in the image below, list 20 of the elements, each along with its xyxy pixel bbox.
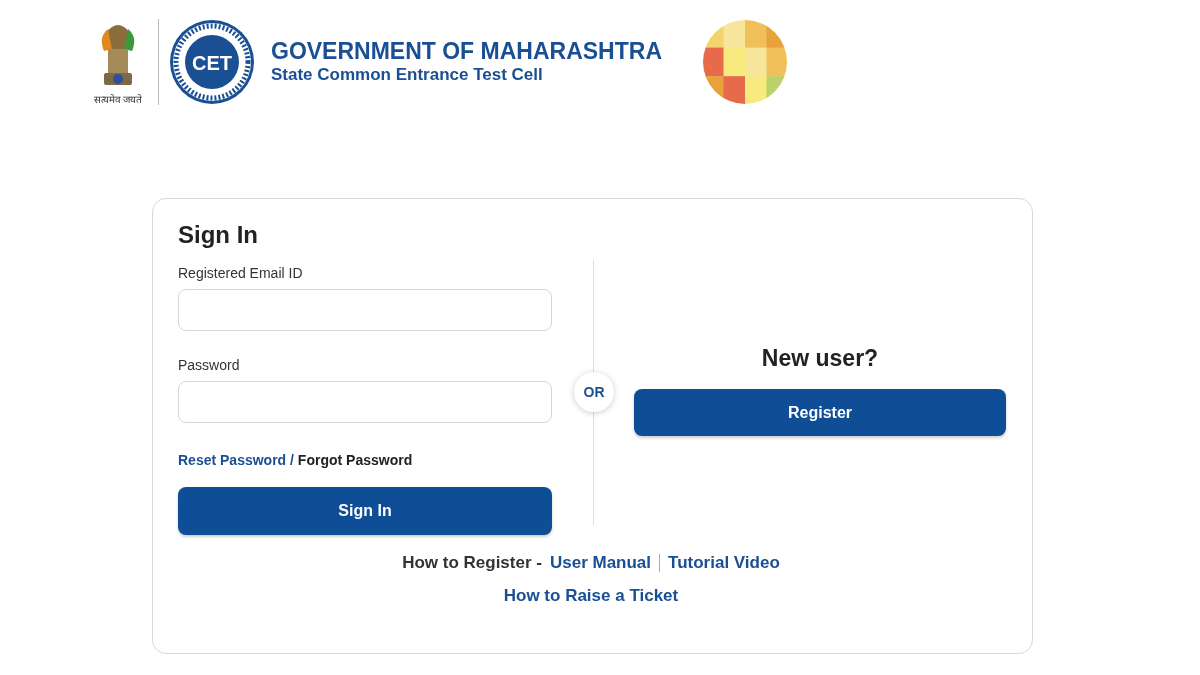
sign-in-heading: Sign In: [178, 221, 259, 249]
how-to-register-label: How to Register -: [402, 553, 542, 573]
link-separator: /: [290, 452, 294, 468]
new-user-heading: New user?: [761, 345, 879, 372]
or-divider-badge: OR: [574, 372, 614, 412]
register-button[interactable]: Register: [634, 389, 1006, 436]
header-title: GOVERNMENT OF MAHARASHTRA: [271, 38, 662, 64]
email-field[interactable]: [178, 289, 552, 331]
help-link[interactable]: Tutorial Video: [668, 553, 780, 573]
field-label: Password: [178, 357, 241, 373]
reset-password-link[interactable]: Reset Password: [178, 452, 287, 468]
header-subtitle: State Common Entrance Test Cell: [271, 64, 544, 86]
cet-seal-logo: CET: [169, 19, 255, 105]
forgot-password-link[interactable]: Forgot Password: [297, 452, 413, 468]
raise-ticket-link[interactable]: How to Raise a Ticket: [503, 586, 679, 606]
password-field[interactable]: [178, 381, 552, 423]
emblem-motto: सत्यमेव जयते: [93, 92, 143, 106]
field-label: Registered Email ID: [178, 265, 304, 281]
sign-in-button[interactable]: Sign In: [178, 487, 552, 535]
help-link[interactable]: User Manual: [549, 553, 652, 573]
